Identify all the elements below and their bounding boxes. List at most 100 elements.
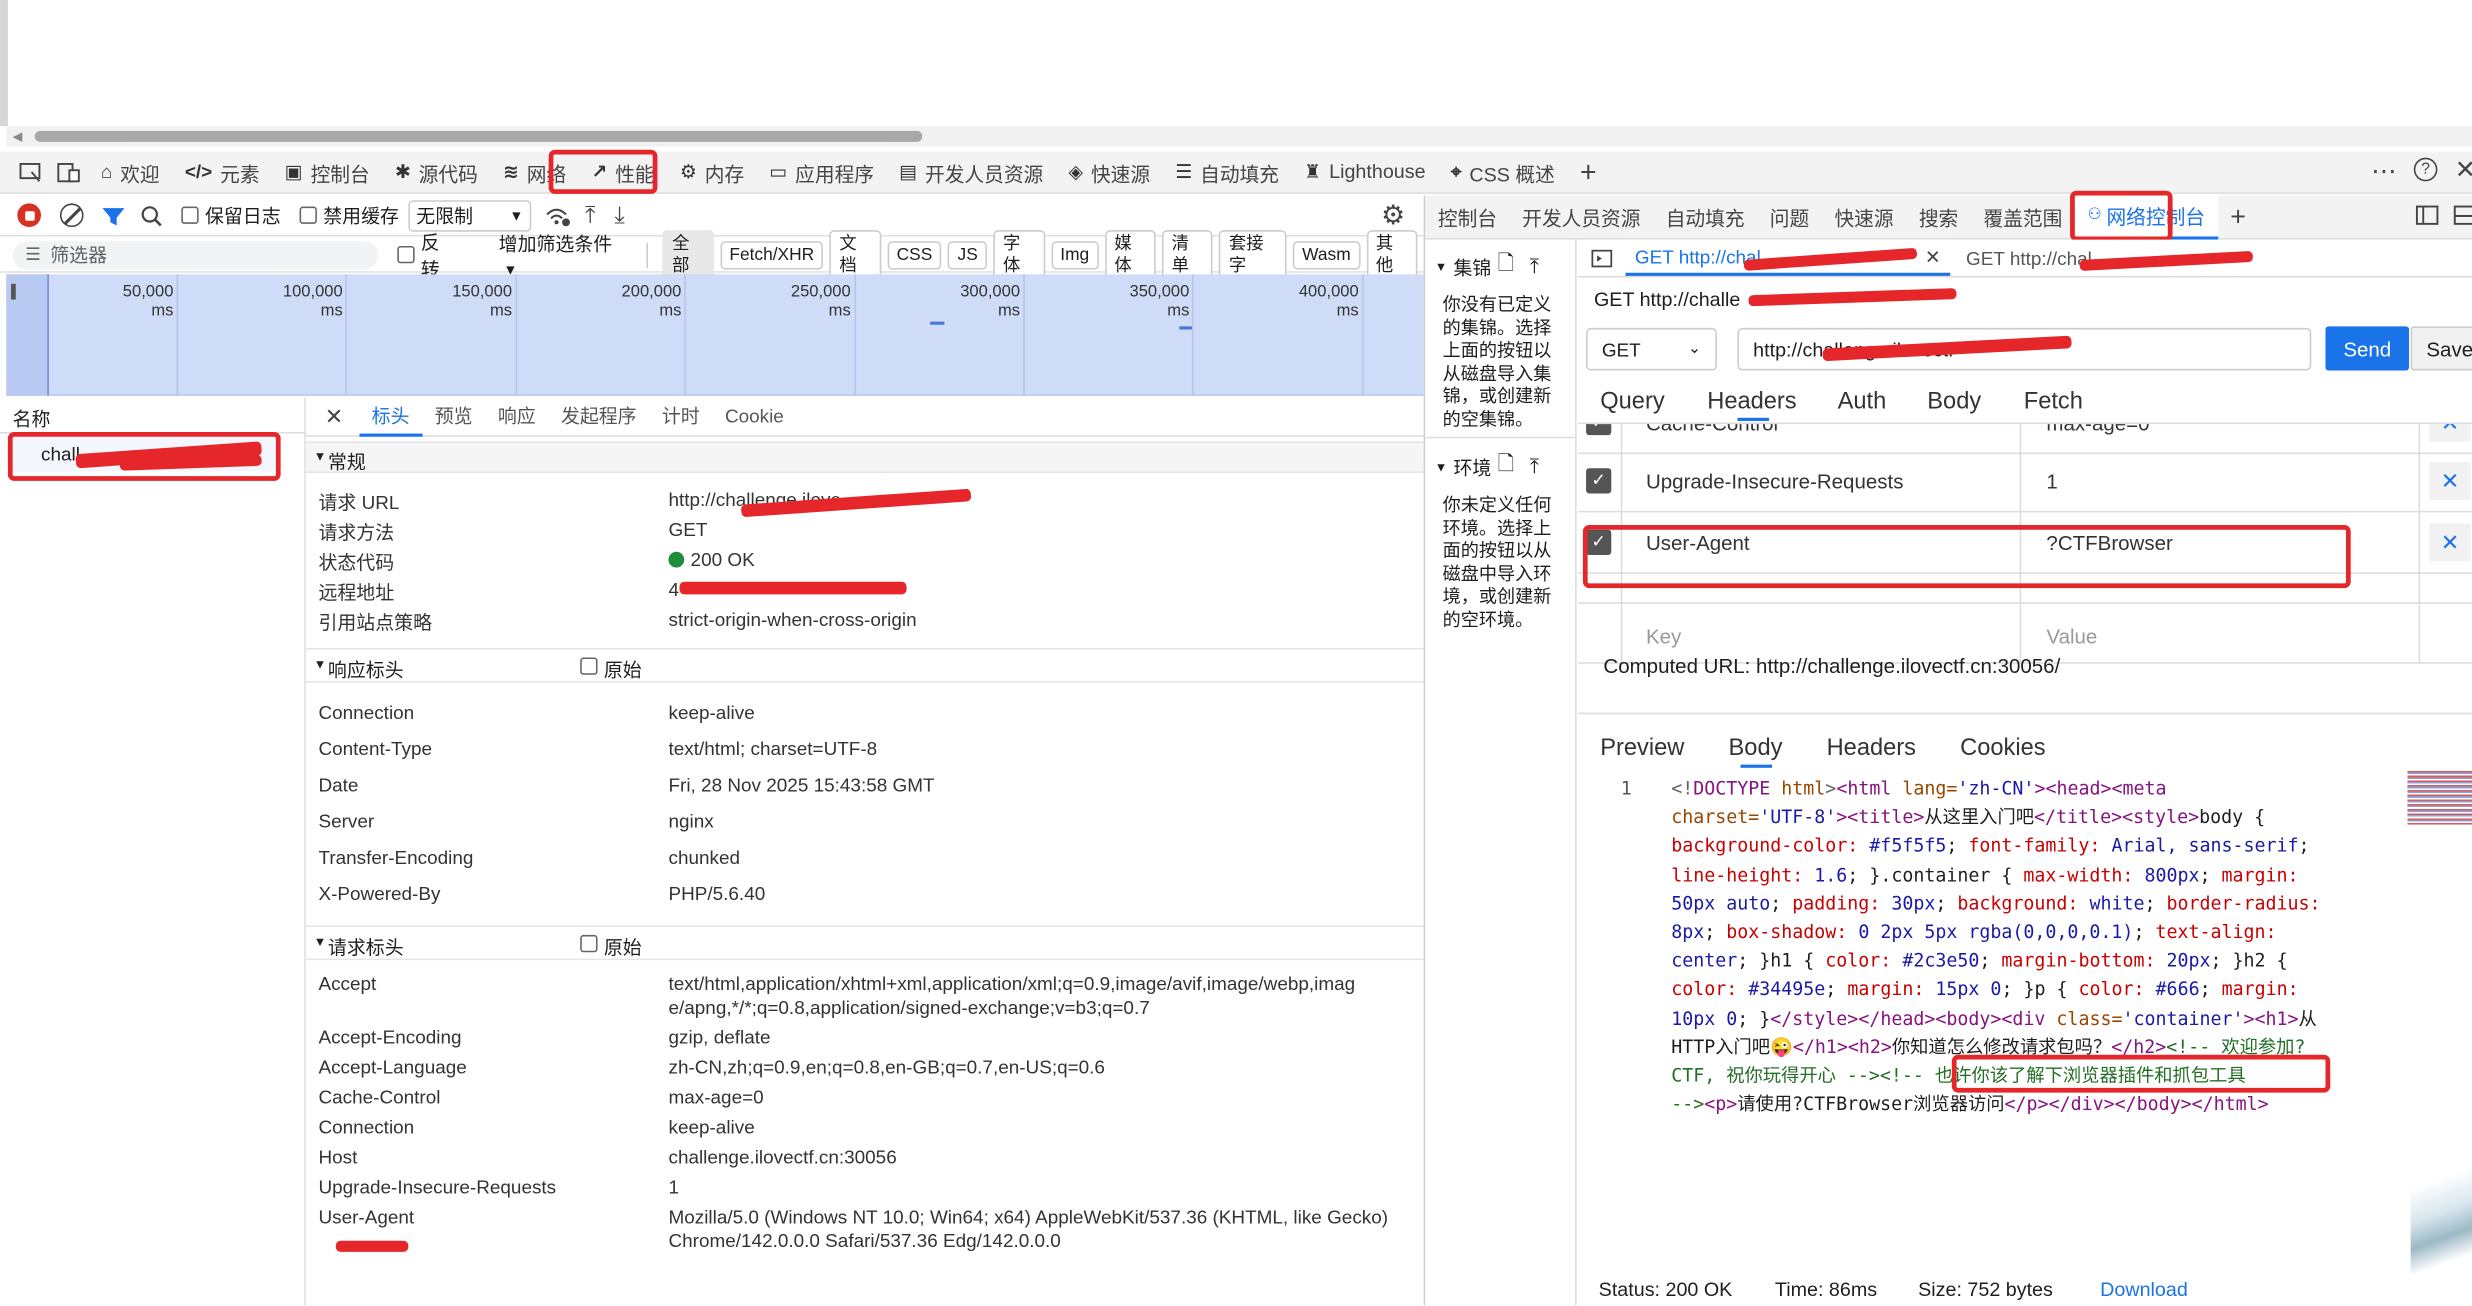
tab-快速源[interactable]: ◈ 快速源: [1056, 151, 1163, 192]
drawer-tab-覆盖范围[interactable]: 覆盖范围: [1971, 195, 2075, 239]
header-value-text[interactable]: max-age=0: [2046, 424, 2149, 435]
more-options-icon[interactable]: ⋯: [2371, 156, 2396, 188]
import-collection-icon[interactable]: ⤒: [1530, 254, 1539, 279]
detail-tab-标头[interactable]: 标头: [359, 397, 423, 436]
tab-应用程序[interactable]: ▭ 应用程序: [757, 151, 887, 192]
filter-input[interactable]: ☰ 筛选器: [12, 240, 379, 269]
drawer-tab-问题[interactable]: 问题: [1757, 195, 1822, 239]
drawer-tab-搜索[interactable]: 搜索: [1906, 195, 1971, 239]
request-tab-Auth[interactable]: Auth: [1838, 387, 1887, 414]
header-enabled-checkbox[interactable]: ✓: [1586, 424, 1612, 436]
horizontal-scrollbar-thumb[interactable]: [34, 130, 923, 142]
tab-内存[interactable]: ⚙ 内存: [667, 151, 757, 192]
close-devtools-icon[interactable]: ✕: [2455, 155, 2472, 187]
method-select[interactable]: GET ⌄: [1586, 327, 1717, 371]
preserve-log-checkbox[interactable]: [181, 206, 199, 224]
request-tab-Headers[interactable]: Headers: [1707, 387, 1796, 414]
close-detail-icon[interactable]: ✕: [325, 403, 344, 430]
environments-header[interactable]: ▼ 环境 🗋 ⤒: [1435, 449, 1539, 484]
remove-header-icon[interactable]: ✕: [2429, 461, 2471, 500]
request-list-header[interactable]: 名称: [13, 405, 51, 432]
filter-type-全部[interactable]: 全部: [662, 229, 714, 280]
timeline-overview[interactable]: 50,000 ms 100,000 ms 150,000 ms 200,000 ms 2…: [6, 274, 1424, 396]
filter-type-清单[interactable]: 清单: [1162, 229, 1214, 280]
response-raw-checkbox[interactable]: [580, 657, 598, 675]
general-section-header[interactable]: ▼ 常规: [305, 441, 1424, 473]
request-tab-Body[interactable]: Body: [1927, 387, 1981, 414]
filter-type-JS[interactable]: JS: [948, 240, 988, 269]
download-link[interactable]: Download: [2100, 1279, 2188, 1301]
request-tab-inactive[interactable]: GET http://chal: [1966, 247, 2092, 269]
tab-Lighthouse[interactable]: ♜ Lighthouse: [1292, 151, 1439, 192]
response-tab-Headers[interactable]: Headers: [1827, 734, 1916, 761]
header-value-text[interactable]: 1: [2046, 470, 2057, 494]
console-header-row[interactable]: ✓ Cache-Control max-age=0 ✕: [1578, 424, 2472, 455]
tab-源代码[interactable]: ✱ 源代码: [382, 151, 490, 192]
record-stop-icon[interactable]: [17, 203, 41, 228]
tab-控制台[interactable]: ▣ 控制台: [272, 151, 382, 192]
import-har-icon[interactable]: ⤒: [585, 202, 595, 229]
tab-自动填充[interactable]: ☰ 自动填充: [1163, 151, 1292, 192]
import-environment-icon[interactable]: ⤒: [1530, 454, 1539, 479]
clear-icon[interactable]: [59, 203, 84, 228]
detail-tab-预览[interactable]: 预览: [422, 397, 485, 436]
header-key-text[interactable]: Upgrade-Insecure-Requests: [1646, 470, 1903, 494]
add-drawer-tab-icon[interactable]: +: [2230, 201, 2246, 233]
send-button[interactable]: Send: [2325, 326, 2410, 371]
filter-type-媒体[interactable]: 媒体: [1104, 229, 1156, 280]
request-tab-Fetch[interactable]: Fetch: [2024, 387, 2083, 414]
invert-checkbox[interactable]: [397, 245, 415, 264]
tab-CSS 概述[interactable]: ⌖ CSS 概述: [1438, 151, 1567, 192]
network-conditions-icon[interactable]: [544, 204, 571, 226]
filter-type-CSS[interactable]: CSS: [887, 240, 942, 269]
request-raw-checkbox[interactable]: [580, 934, 598, 953]
new-collection-icon[interactable]: 🗋: [1498, 249, 1514, 284]
tab-开发人员资源[interactable]: ▤ 开发人员资源: [887, 151, 1056, 192]
filter-type-Fetch/XHR[interactable]: Fetch/XHR: [719, 240, 824, 269]
new-environment-icon[interactable]: 🗋: [1498, 449, 1514, 484]
filter-type-Img[interactable]: Img: [1050, 240, 1099, 269]
horizontal-scrollbar-track[interactable]: ◀: [6, 126, 2472, 147]
throttle-select[interactable]: 无限制 ▼: [408, 199, 532, 231]
response-tab-Cookies[interactable]: Cookies: [1960, 734, 2045, 761]
response-tab-Preview[interactable]: Preview: [1600, 734, 1684, 761]
drawer-tab-快速源[interactable]: 快速源: [1822, 195, 1906, 239]
toggle-sidebar-icon[interactable]: [1591, 248, 1613, 267]
close-tab-icon[interactable]: ✕: [1925, 245, 1941, 267]
device-toggle-icon[interactable]: [47, 162, 88, 182]
disable-cache-checkbox[interactable]: [299, 206, 317, 224]
filter-type-其他[interactable]: 其他: [1366, 229, 1418, 280]
scroll-left-arrow[interactable]: ◀: [13, 129, 23, 143]
inspect-element-icon[interactable]: [13, 162, 48, 182]
request-headers-section-header[interactable]: ▼ 请求标头 原始: [305, 925, 1424, 961]
drawer-tab-自动填充[interactable]: 自动填充: [1653, 195, 1757, 239]
panel-layout-icon[interactable]: [2453, 205, 2472, 225]
remove-header-icon[interactable]: ✕: [2429, 523, 2471, 562]
header-key-text[interactable]: Cache-Control: [1646, 424, 1778, 435]
collections-header[interactable]: ▼ 集锦 🗋 ⤒: [1435, 249, 1539, 284]
tab-元素[interactable]: </> 元素: [172, 151, 272, 192]
filter-type-文档[interactable]: 文档: [829, 229, 881, 280]
detail-tab-响应[interactable]: 响应: [485, 397, 548, 436]
filter-type-Wasm[interactable]: Wasm: [1292, 240, 1361, 269]
export-har-icon[interactable]: ⤓: [614, 202, 624, 229]
save-button[interactable]: Save: [2410, 326, 2472, 371]
search-icon[interactable]: [140, 204, 162, 226]
detail-tab-Cookie[interactable]: Cookie: [712, 397, 796, 436]
drawer-tab-控制台[interactable]: 控制台: [1425, 195, 1509, 239]
network-settings-gear-icon[interactable]: ⚙: [1381, 200, 1405, 232]
dock-icon[interactable]: [2415, 205, 2439, 225]
help-icon[interactable]: ?: [2413, 157, 2438, 182]
add-tab-icon[interactable]: +: [1580, 155, 1597, 188]
filter-type-字体[interactable]: 字体: [993, 229, 1045, 280]
more-filters-dropdown[interactable]: 增加筛选条件 ▼: [499, 230, 633, 279]
filter-type-套接字[interactable]: 套接字: [1219, 229, 1287, 280]
request-tab-Query[interactable]: Query: [1600, 387, 1664, 414]
response-headers-section-header[interactable]: ▼ 响应标头 原始: [305, 647, 1424, 683]
drawer-tab-开发人员资源[interactable]: 开发人员资源: [1510, 195, 1653, 239]
header-enabled-checkbox[interactable]: ✓: [1586, 468, 1612, 494]
response-tab-Body[interactable]: Body: [1729, 734, 1783, 761]
detail-tab-计时[interactable]: 计时: [649, 397, 712, 436]
remove-header-icon[interactable]: ✕: [2429, 424, 2471, 442]
tab-欢迎[interactable]: ⌂ 欢迎: [88, 151, 172, 192]
